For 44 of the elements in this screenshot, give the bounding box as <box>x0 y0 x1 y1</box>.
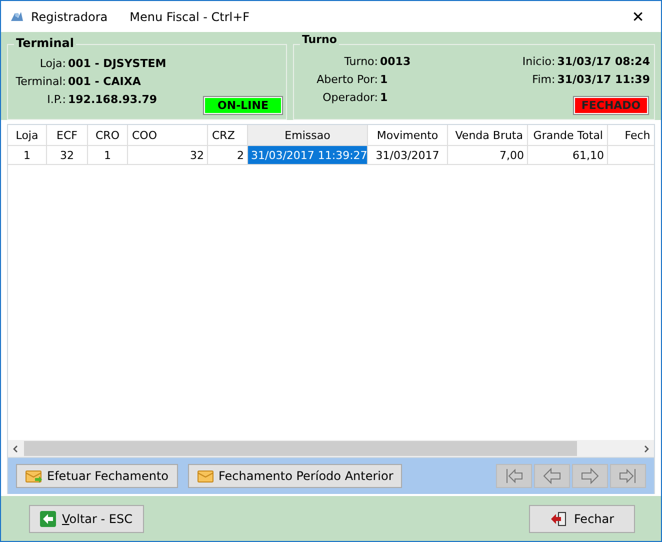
table-cell: 1 <box>88 146 128 165</box>
field-value: 1 <box>380 72 389 88</box>
column-header[interactable]: Grande Total <box>528 125 608 146</box>
column-header[interactable]: Venda Bruta <box>448 125 528 146</box>
field-value: 001 - CAIXA <box>68 74 142 90</box>
column-header[interactable]: ECF <box>47 125 88 146</box>
group-title: Turno <box>300 33 339 46</box>
close-button[interactable]: Fechar <box>529 504 635 532</box>
field-value: 1 <box>380 90 389 106</box>
field-label: Loja: <box>38 56 67 72</box>
table-cell: 32 <box>128 146 208 165</box>
table-cell: 1 <box>8 146 47 165</box>
field-label: I.P.: <box>46 92 67 108</box>
column-header[interactable]: Emissao <box>248 125 368 146</box>
field-value: 0013 <box>380 54 411 70</box>
status-indicator: ON-LINE <box>204 97 282 114</box>
group-title: Terminal <box>14 36 76 50</box>
column-header[interactable]: Loja <box>8 125 47 146</box>
status-indicator: FECHADO <box>574 97 648 114</box>
column-header[interactable]: Movimento <box>368 125 448 146</box>
table-cell: 7,00 <box>448 146 528 165</box>
column-header[interactable]: COO <box>128 125 208 146</box>
close-button[interactable]: ✕ <box>615 1 661 32</box>
field-value: 31/03/17 11:39 <box>557 72 650 88</box>
field-label: Inicio: <box>522 54 556 70</box>
field-label: Terminal: <box>14 74 67 90</box>
window-title: Registradora <box>31 10 108 24</box>
field-label: Fim: <box>531 72 556 88</box>
toolbar-button[interactable]: Fechamento Período Anterior <box>188 464 402 488</box>
menu-item[interactable]: Menu Fiscal - Ctrl+F <box>130 10 250 24</box>
field-label: Turno: <box>343 54 379 70</box>
column-header[interactable]: Fech <box>608 125 654 146</box>
field-value: 31/03/17 08:24 <box>557 54 650 70</box>
field-value: 192.168.93.79 <box>68 92 158 108</box>
field-label: Aberto Por: <box>316 72 379 88</box>
table-cell: 31/03/2017 <box>368 146 448 165</box>
field-value: 001 - DJSYSTEM <box>68 56 166 72</box>
field-label: Operador: <box>322 90 379 106</box>
toolbar-button[interactable]: Efetuar Fechamento <box>16 464 178 488</box>
table-cell: 31/03/2017 11:39:27 <box>248 146 368 165</box>
back-button[interactable]: Voltar - ESC <box>29 504 144 532</box>
table-cell: 61,10 <box>528 146 608 165</box>
column-header[interactable]: CRO <box>88 125 128 146</box>
table-cell: 32 <box>47 146 88 165</box>
